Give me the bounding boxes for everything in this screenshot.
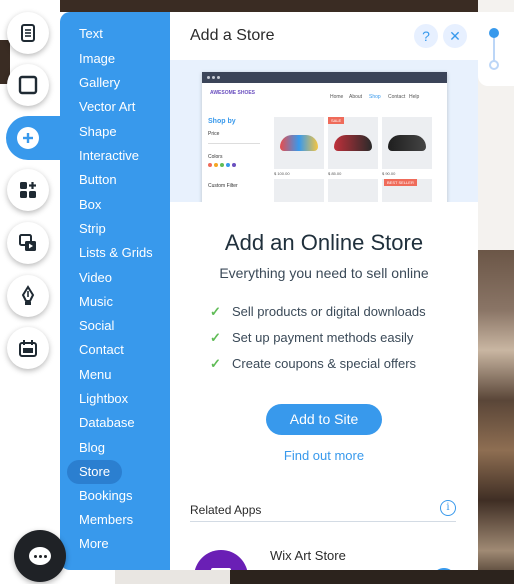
- mockup-product-5: [328, 179, 378, 202]
- canvas-scroll-slider[interactable]: [488, 26, 500, 72]
- menu-item-strip[interactable]: Strip: [79, 219, 106, 239]
- pages-icon: [21, 24, 35, 42]
- feature-item: ✓ Sell products or digital downloads: [210, 304, 426, 322]
- related-app-info-icon[interactable]: [432, 568, 456, 570]
- add-panel-category-menu: Text Image Gallery Vector Art Shape Inte…: [60, 12, 170, 570]
- mockup-nav-about: About: [349, 94, 363, 100]
- help-icon: ?: [422, 28, 430, 44]
- media-button[interactable]: [7, 222, 49, 264]
- mockup-filters: Shop by Price Colors Custom Filter: [208, 118, 260, 202]
- menu-item-social[interactable]: Social: [79, 316, 114, 336]
- store-preview-image: AWESOME SHOES Home About Shop Contact He…: [170, 60, 478, 202]
- add-store-panel: Add a Store ? ✕ AWESOME SHOES Home About…: [170, 12, 478, 570]
- menu-item-shape[interactable]: Shape: [79, 122, 117, 142]
- mockup-product-6: BEST SELLER: [382, 179, 432, 202]
- mockup-product-3: [382, 117, 432, 169]
- find-out-more-link[interactable]: Find out more: [170, 448, 478, 463]
- feature-item: ✓ Set up payment methods easily: [210, 330, 413, 348]
- check-icon: ✓: [210, 304, 221, 319]
- menu-item-box[interactable]: Box: [79, 195, 101, 215]
- mockup-tag-sale: SALE: [328, 117, 345, 124]
- site-background-top: [0, 0, 514, 12]
- menu-item-members[interactable]: Members: [79, 510, 133, 530]
- mockup-nav-shop: Shop: [369, 94, 381, 100]
- check-icon: ✓: [210, 356, 221, 371]
- mockup-product-4: [274, 179, 324, 202]
- pen-icon: [21, 285, 35, 305]
- check-icon: ✓: [210, 330, 221, 345]
- mockup-price-1: $ 100.00: [274, 171, 290, 176]
- background-icon: [18, 75, 38, 95]
- site-background-bottom: [230, 570, 514, 584]
- mockup-nav-contact: Contact: [388, 94, 406, 100]
- menu-item-image[interactable]: Image: [79, 49, 115, 69]
- related-apps-divider: [190, 521, 456, 522]
- chat-icon: [29, 547, 51, 565]
- menu-item-store[interactable]: Store: [67, 460, 123, 484]
- close-icon: ✕: [449, 27, 461, 44]
- add-to-site-button[interactable]: Add to Site: [266, 404, 382, 435]
- mockup-price-2: $ 85.00: [328, 171, 342, 176]
- panel-title: Add a Store: [190, 27, 275, 44]
- related-app-name[interactable]: Wix Art Store: [270, 548, 346, 563]
- menu-item-blog[interactable]: Blog: [79, 438, 105, 458]
- mockup-filter-price: Price: [208, 131, 220, 137]
- menu-item-database[interactable]: Database: [79, 413, 135, 433]
- close-button[interactable]: ✕: [443, 24, 467, 48]
- store-heading: Add an Online Store: [224, 230, 424, 255]
- menu-item-contact[interactable]: Contact: [79, 340, 124, 360]
- blog-pen-button[interactable]: [7, 275, 49, 317]
- media-icon: [19, 234, 36, 251]
- mockup-nav-help: Help: [409, 94, 420, 100]
- feature-text: Sell products or digital downloads: [232, 304, 426, 319]
- mockup-shop-by: Shop by: [208, 118, 236, 125]
- menu-item-button[interactable]: Button: [79, 170, 117, 190]
- feature-text: Set up payment methods easily: [232, 330, 414, 345]
- menu-item-bookings[interactable]: Bookings: [79, 486, 132, 506]
- background-button[interactable]: [7, 64, 49, 106]
- mockup-logo: AWESOME SHOES: [210, 90, 256, 96]
- info-icon[interactable]: i: [440, 500, 456, 516]
- scroll-end-dot: [489, 60, 499, 70]
- business-button[interactable]: [7, 327, 49, 369]
- feature-item: ✓ Create coupons & special offers: [210, 356, 416, 374]
- add-icon: [17, 127, 39, 149]
- add-apps-icon: [20, 182, 36, 198]
- feature-text: Create coupons & special offers: [232, 356, 417, 371]
- add-button[interactable]: [6, 116, 66, 160]
- mockup-product-1: [274, 117, 324, 169]
- site-photo: [478, 250, 514, 584]
- site-background-bottom-light: [115, 570, 230, 584]
- help-button[interactable]: ?: [414, 24, 438, 48]
- menu-item-interactive[interactable]: Interactive: [79, 146, 139, 166]
- menu-item-music[interactable]: Music: [79, 292, 113, 312]
- store-subheading: Everything you need to sell online: [219, 265, 429, 281]
- related-apps-title: Related Apps: [190, 503, 262, 517]
- mockup-filter-custom: Custom Filter: [208, 183, 238, 189]
- mockup-nav-home: Home: [330, 94, 344, 100]
- mockup-browser-bar: [202, 72, 447, 83]
- menu-item-lightbox[interactable]: Lightbox: [79, 389, 128, 409]
- menu-item-vector-art[interactable]: Vector Art: [79, 97, 135, 117]
- pages-button[interactable]: [7, 12, 49, 54]
- menu-item-menu[interactable]: Menu: [79, 365, 112, 385]
- scroll-handle[interactable]: [489, 28, 499, 38]
- canvas-scroll-area: [478, 12, 514, 86]
- mockup-tag-best-seller: BEST SELLER: [384, 179, 417, 186]
- menu-item-video[interactable]: Video: [79, 268, 112, 288]
- menu-item-gallery[interactable]: Gallery: [79, 73, 120, 93]
- business-icon: [19, 340, 37, 357]
- menu-item-text[interactable]: Text: [79, 24, 103, 44]
- menu-item-lists-grids[interactable]: Lists & Grids: [79, 243, 153, 263]
- store-mockup: AWESOME SHOES Home About Shop Contact He…: [202, 72, 447, 202]
- mockup-product-2: SALE: [328, 117, 378, 169]
- menu-item-more[interactable]: More: [79, 534, 109, 554]
- add-apps-button[interactable]: [7, 169, 49, 211]
- chat-button[interactable]: [14, 530, 66, 582]
- wix-art-store-icon[interactable]: [194, 550, 248, 570]
- mockup-price-3: $ 90.00: [382, 171, 396, 176]
- mockup-filter-colors: Colors: [208, 154, 223, 160]
